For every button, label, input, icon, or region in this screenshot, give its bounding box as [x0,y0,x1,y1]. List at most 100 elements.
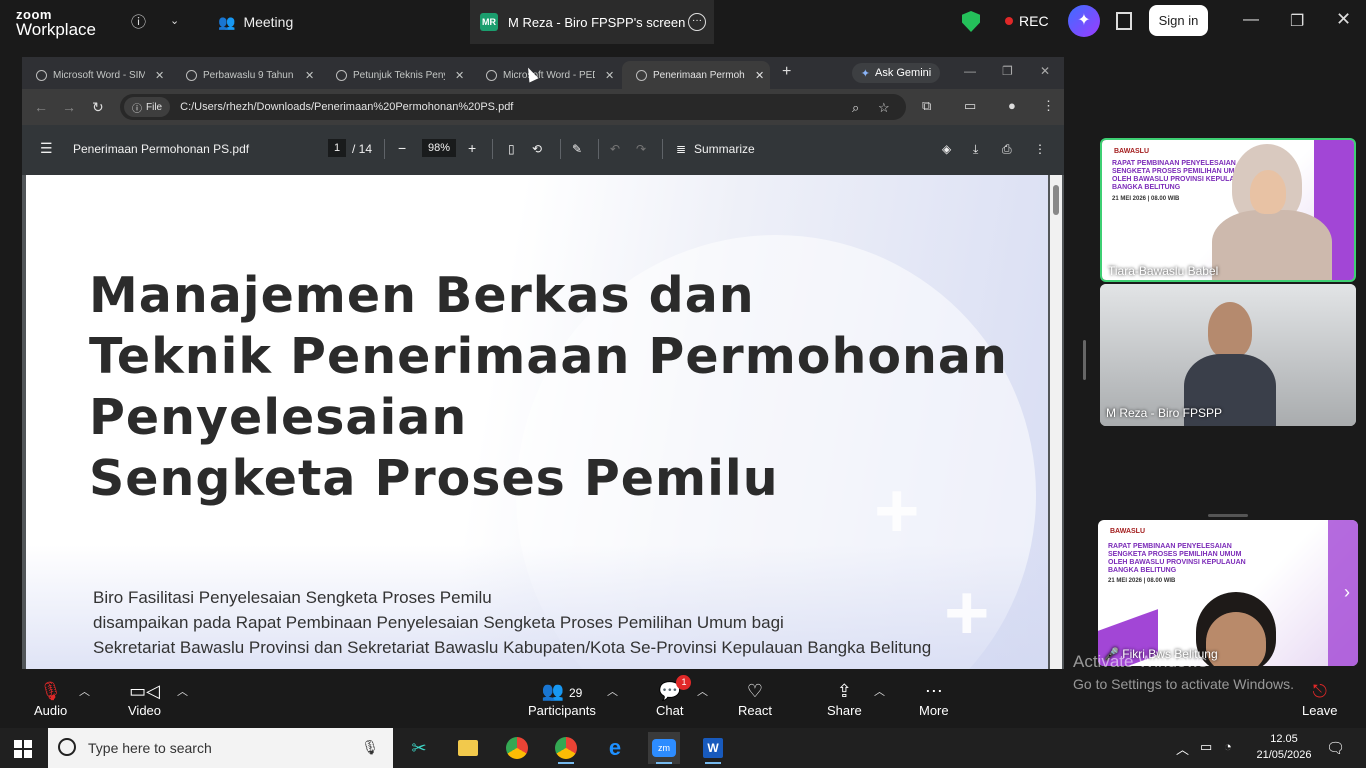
restore-icon[interactable]: ❐ [1290,11,1304,31]
chat-caret-icon[interactable]: ︿ [697,683,708,699]
pdf-viewer[interactable]: + + Manajemen Berkas dan Teknik Penerima… [22,175,1064,669]
undo-icon[interactable]: ↶ [610,142,620,156]
audio-options-caret-icon[interactable]: ︿ [79,683,90,699]
video-button[interactable]: ▭◁ Video [128,679,161,718]
meeting-tab[interactable]: 👥 Meeting [218,0,293,44]
zoom-search-icon[interactable]: ⌕ [852,100,859,116]
close-tab-icon[interactable]: ✕ [155,69,164,82]
share-button[interactable]: ⇪ Share [827,679,862,718]
activate-windows-watermark: Activate Windows Go to Settings to activ… [1073,652,1294,692]
taskbar-app-chrome[interactable] [501,732,533,764]
taskbar-app-edge[interactable]: e [599,732,631,764]
browser-tab[interactable]: Perbawaslu 9 Tahun 2 ✕ [172,61,320,89]
participant-tile[interactable]: BAWASLU RAPAT PEMBINAAN PENYELESAIAN SEN… [1098,520,1358,666]
scrollbar-thumb[interactable] [1053,185,1059,215]
profile-icon[interactable]: ● [1008,98,1016,113]
extensions-icon[interactable]: ⧉ [922,98,931,114]
browser-tab-active[interactable]: Penerimaan Permoho ✕ [622,61,770,89]
summarize-button[interactable]: Summarize [694,142,755,156]
restore-icon[interactable]: ❐ [1002,64,1013,78]
info-icon[interactable]: ⓘ [131,11,146,32]
chat-button[interactable]: 💬 1 Chat [656,675,692,718]
audio-button[interactable]: 🎙 Audio [34,679,67,718]
taskbar-app-chrome-profile[interactable] [550,732,582,764]
panel-resize-handle[interactable] [1083,340,1086,380]
wifi-icon[interactable]: ◔ [1224,739,1232,754]
leave-button[interactable]: ⎋ Leave [1302,679,1337,718]
draw-icon[interactable]: ✎ [572,142,582,156]
menu-icon[interactable]: ☰ [40,140,53,157]
minimize-icon[interactable]: — [1243,11,1259,29]
close-tab-icon[interactable]: ✕ [455,69,464,82]
summarize-icon: ≣ [676,142,687,156]
ask-gemini-button[interactable]: ✦ Ask Gemini [852,63,940,83]
gallery-resize-handle[interactable] [1208,514,1248,517]
security-shield-icon[interactable] [962,11,980,32]
browser-tab[interactable]: Microsoft Word - PED ✕ [472,61,620,89]
close-icon[interactable]: ✕ [1336,9,1351,30]
address-bar[interactable]: ⓘ File C:/Users/rhezh/Downloads/Penerima… [120,94,906,120]
zoom-out-icon[interactable]: − [398,140,406,156]
fit-page-icon[interactable]: ▯ [508,142,515,156]
taskbar-search-box[interactable]: Type here to search 🎙 [48,728,393,768]
show-hidden-icons-icon[interactable]: ︿ [1176,739,1189,758]
taskbar-app-zoom[interactable]: zm [648,732,680,764]
layout-icon[interactable] [1116,12,1132,30]
microphone-icon[interactable]: 🎙 [361,739,379,756]
pdf-page: + + Manajemen Berkas dan Teknik Penerima… [26,175,1048,669]
notifications-icon[interactable]: 🗨 [1326,739,1345,757]
ai-companion-button[interactable]: ✦ [1068,5,1100,37]
participant-face [1208,302,1252,358]
taskbar-clock[interactable]: 12.05 21/05/2026 [1254,731,1314,763]
annotate-icon[interactable]: ◈ [942,142,951,156]
participant-video [1212,210,1332,280]
participants-button[interactable]: 👥 29 Participants [528,679,596,718]
vertical-scrollbar[interactable] [1050,175,1062,669]
video-options-caret-icon[interactable]: ︿ [177,683,188,699]
reload-icon[interactable]: ↻ [92,99,104,116]
participant-tile-active-speaker[interactable]: BAWASLU RAPAT PEMBINAAN PENYELESAIAN SEN… [1100,138,1356,282]
recording-indicator[interactable]: REC [1005,13,1049,29]
bookmark-star-icon[interactable]: ☆ [878,100,890,116]
new-tab-button[interactable]: + [782,63,791,81]
taskbar-app-file-explorer[interactable] [452,732,484,764]
battery-icon[interactable]: ▭ [1200,739,1212,755]
download-icon[interactable]: ⤓ [973,142,978,157]
redo-icon[interactable]: ↷ [636,142,646,156]
forward-icon[interactable]: → [62,99,76,115]
more-options-icon[interactable]: ··· [688,13,706,31]
react-button[interactable]: ♡ React [738,679,772,718]
rotate-icon[interactable]: ⟲ [532,142,542,156]
page-number-input[interactable]: 1 [328,139,346,157]
chevron-down-icon[interactable]: ⌄ [170,14,179,27]
globe-icon [36,69,47,81]
site-info-chip[interactable]: ⓘ File [124,97,171,117]
participant-tile[interactable]: M Reza - Biro FPSPP [1100,284,1356,426]
browser-tab[interactable]: Microsoft Word - SIM ✕ [22,61,170,89]
participants-caret-icon[interactable]: ︿ [607,683,618,699]
zoom-in-icon[interactable]: + [468,140,476,156]
more-button[interactable]: ⋯ More [919,679,949,718]
divider [598,139,599,159]
share-caret-icon[interactable]: ︿ [874,683,885,699]
decorative-plus-icon: + [944,568,990,656]
next-page-icon[interactable]: › [1344,582,1350,603]
shared-screen-tab[interactable]: MR M Reza - Biro FPSPP's screen ··· [470,0,714,44]
taskbar-app-word[interactable]: W [697,732,729,764]
close-icon[interactable]: ✕ [1040,64,1050,78]
back-icon[interactable]: ← [34,99,48,115]
url-text[interactable]: C:/Users/rhezh/Downloads/Penerimaan%20Pe… [180,101,513,113]
start-button[interactable] [14,740,32,758]
zoom-input[interactable]: 98% [422,139,456,157]
more-menu-icon[interactable]: ⋮ [1034,142,1046,156]
cast-icon[interactable]: ▭ [964,98,976,114]
taskbar-app-task-view[interactable]: ✂ [403,732,435,764]
minimize-icon[interactable]: — [964,64,976,78]
sign-in-button[interactable]: Sign in [1149,5,1208,36]
chrome-menu-icon[interactable]: ⋮ [1042,98,1055,114]
close-tab-icon[interactable]: ✕ [755,69,764,82]
print-icon[interactable]: ⎙ [1002,142,1012,157]
browser-tab[interactable]: Petunjuk Teknis Peny ✕ [322,61,470,89]
close-tab-icon[interactable]: ✕ [605,69,614,82]
close-tab-icon[interactable]: ✕ [305,69,314,82]
